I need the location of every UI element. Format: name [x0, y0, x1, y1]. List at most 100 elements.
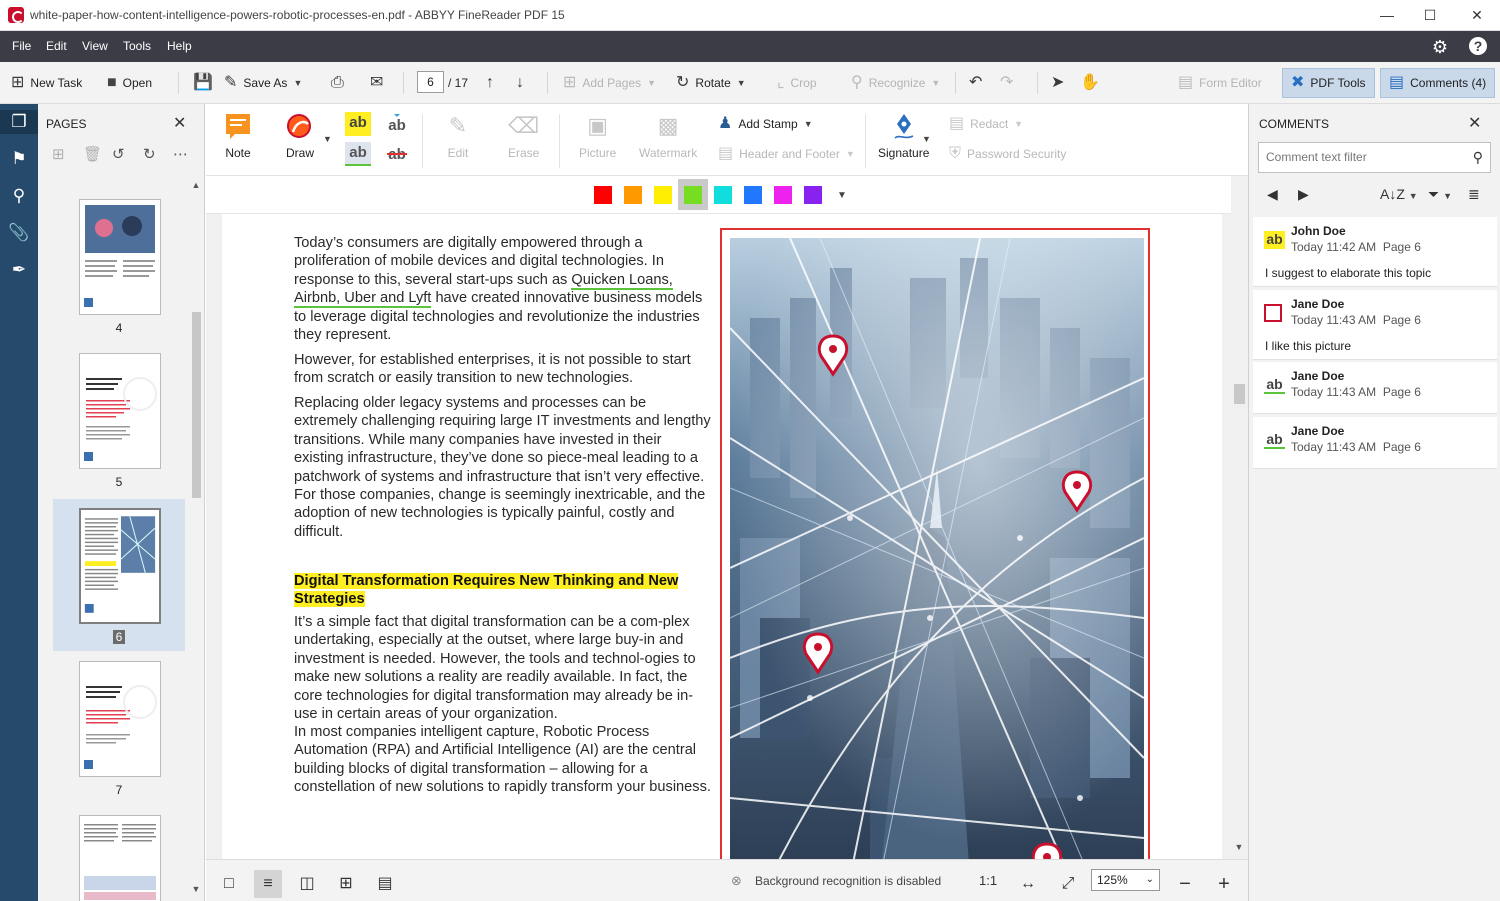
pages-panel-icon[interactable]: ❐	[0, 110, 38, 134]
erase-button[interactable]: ⌫ Erase	[508, 112, 539, 160]
two-page-scroll-view-icon[interactable]: ⊞	[332, 870, 360, 898]
signatures-icon[interactable]: ✒	[7, 258, 31, 282]
new-task-button[interactable]: ⊞ New Task	[11, 72, 82, 94]
search-icon[interactable]: ⚲	[7, 184, 31, 208]
minimize-icon[interactable]: —	[1377, 5, 1397, 25]
menu-help[interactable]: Help	[167, 39, 192, 53]
page-number-input[interactable]: 6	[417, 71, 444, 93]
pdf-tools-button[interactable]: ✖ PDF Tools	[1282, 68, 1375, 98]
document-scrollbar[interactable]: ▼	[1231, 176, 1248, 859]
collapse-all-icon[interactable]: ≣	[1468, 186, 1480, 203]
add-pages-button[interactable]: ⊞ Add Pages ▼	[563, 72, 656, 94]
single-page-view-icon[interactable]: □	[215, 870, 243, 898]
menu-file[interactable]: File	[12, 39, 31, 53]
redact-button[interactable]: ▤ Redact ▼	[949, 116, 1023, 132]
attachments-icon[interactable]: 📎	[7, 221, 31, 245]
signature-chevron-down-icon[interactable]: ▼	[922, 134, 931, 144]
insert-text-icon[interactable]: ab	[384, 112, 410, 136]
zoom-out-icon[interactable]: −	[1171, 870, 1199, 898]
thumbnail-page-4[interactable]: 4	[53, 192, 185, 342]
two-page-view-icon[interactable]: ◫	[293, 870, 321, 898]
undo-button[interactable]: ↶	[969, 72, 982, 94]
previous-page-button[interactable]: ↑	[486, 72, 494, 94]
watermark-button[interactable]: ▩ Watermark	[639, 112, 697, 160]
add-page-icon[interactable]: ⊞	[52, 145, 65, 163]
rotate-button[interactable]: ↻ Rotate ▼	[676, 72, 746, 94]
rotate-right-icon[interactable]: ↻	[143, 145, 156, 163]
rotate-left-icon[interactable]: ↺	[112, 145, 125, 163]
delete-page-icon[interactable]: 🗑	[83, 145, 102, 163]
open-button[interactable]: ■ Open	[107, 72, 152, 94]
close-window-icon[interactable]: ✕	[1467, 5, 1487, 25]
color-swatch[interactable]	[684, 186, 702, 204]
scroll-view-icon[interactable]: ≡	[254, 870, 282, 898]
actual-size-button[interactable]: 1:1	[979, 873, 997, 888]
next-page-button[interactable]: ↓	[516, 72, 524, 94]
print-button[interactable]: ⎙	[331, 72, 344, 94]
add-stamp-button[interactable]: ♟ Add Stamp ▼	[718, 116, 813, 132]
fit-page-icon[interactable]: ⤢	[1054, 870, 1082, 898]
zoom-in-icon[interactable]: +	[1210, 870, 1238, 898]
recognize-button[interactable]: ⚲ Recognize ▼	[851, 72, 940, 94]
draw-chevron-down-icon[interactable]: ▼	[323, 134, 332, 144]
crop-button[interactable]: ⌞ Crop	[777, 72, 817, 94]
note-button[interactable]: Note	[224, 112, 252, 160]
menu-edit[interactable]: Edit	[46, 39, 67, 53]
fit-width-icon[interactable]: ↔	[1014, 870, 1042, 898]
filter-funnel-icon[interactable]: ⏷ ▼	[1428, 186, 1452, 203]
zoom-select[interactable]: 125% ⌄	[1091, 869, 1160, 891]
help-icon[interactable]: ?	[1467, 36, 1489, 58]
comment-filter-input[interactable]: Comment text filter ⚲	[1258, 142, 1491, 173]
section-heading[interactable]: Digital Transformation Requires New Thin…	[294, 572, 706, 609]
color-swatch[interactable]	[774, 186, 792, 204]
scroll-up-icon[interactable]: ▲	[188, 180, 204, 190]
select-tool-button[interactable]: ➤	[1051, 72, 1064, 94]
previous-comment-icon[interactable]: ◀	[1267, 186, 1278, 203]
underline-text-icon[interactable]: ab	[345, 142, 371, 166]
thumbnail-page-6[interactable]: 6	[53, 499, 185, 651]
comment-item[interactable]: ab Jane Doe Today 11:43 AM Page 6	[1253, 417, 1497, 469]
save-button[interactable]: 💾	[193, 72, 213, 94]
edit-button[interactable]: ✎ Edit	[444, 112, 472, 160]
password-security-button[interactable]: ⛨ Password Security	[949, 146, 1066, 162]
more-options-icon[interactable]: ⋯	[173, 145, 188, 163]
color-swatch[interactable]	[654, 186, 672, 204]
color-swatch[interactable]	[714, 186, 732, 204]
comment-item[interactable]: Jane Doe Today 11:43 AM Page 6 I like th…	[1253, 290, 1497, 360]
strikethrough-text-icon[interactable]: ab	[384, 142, 410, 166]
highlight-text-icon[interactable]: ab	[345, 112, 371, 136]
thumbnail-page-5[interactable]: 5	[53, 346, 185, 496]
thumbnail-page-7[interactable]: 7	[53, 654, 185, 804]
settings-gear-icon[interactable]: ⚙	[1429, 36, 1451, 58]
scroll-down-icon[interactable]: ▼	[188, 884, 204, 894]
thumbnail-page-8[interactable]	[53, 808, 185, 901]
color-swatch[interactable]	[744, 186, 762, 204]
picture-button[interactable]: ▣ Picture	[579, 112, 616, 160]
presentation-view-icon[interactable]: ▤	[371, 870, 399, 898]
close-comments-panel-icon[interactable]: ✕	[1468, 113, 1481, 133]
draw-button[interactable]: Draw	[286, 112, 314, 160]
scrollbar-thumb[interactable]	[192, 312, 201, 498]
redo-button[interactable]: ↷	[1000, 72, 1013, 94]
comment-item[interactable]: ab Jane Doe Today 11:43 AM Page 6	[1253, 362, 1497, 414]
form-editor-button[interactable]: ▤ Form Editor	[1178, 72, 1262, 94]
scroll-down-icon[interactable]: ▼	[1231, 842, 1247, 852]
color-swatch[interactable]	[624, 186, 642, 204]
color-swatch[interactable]	[804, 186, 822, 204]
menu-view[interactable]: View	[82, 39, 108, 53]
bookmarks-icon[interactable]: ⚑	[7, 147, 31, 171]
email-button[interactable]: ✉	[370, 72, 383, 94]
hand-tool-button[interactable]: ✋	[1080, 72, 1100, 94]
header-footer-button[interactable]: ▤ Header and Footer ▼	[718, 146, 855, 162]
color-more-chevron-icon[interactable]: ▼	[837, 190, 847, 201]
menu-tools[interactable]: Tools	[123, 39, 151, 53]
comment-item[interactable]: ab John Doe Today 11:42 AM Page 6 I sugg…	[1253, 217, 1497, 287]
sort-az-icon[interactable]: A↓Z ▼	[1380, 186, 1418, 202]
color-swatch[interactable]	[594, 186, 612, 204]
maximize-icon[interactable]: ☐	[1420, 5, 1440, 25]
scrollbar-thumb[interactable]	[1234, 384, 1245, 404]
comments-button[interactable]: ▤ Comments (4)	[1380, 68, 1496, 98]
pages-scrollbar[interactable]: ▲ ▼	[188, 180, 204, 900]
save-as-button[interactable]: ✎ Save As ▼	[224, 72, 302, 94]
next-comment-icon[interactable]: ▶	[1298, 186, 1309, 203]
